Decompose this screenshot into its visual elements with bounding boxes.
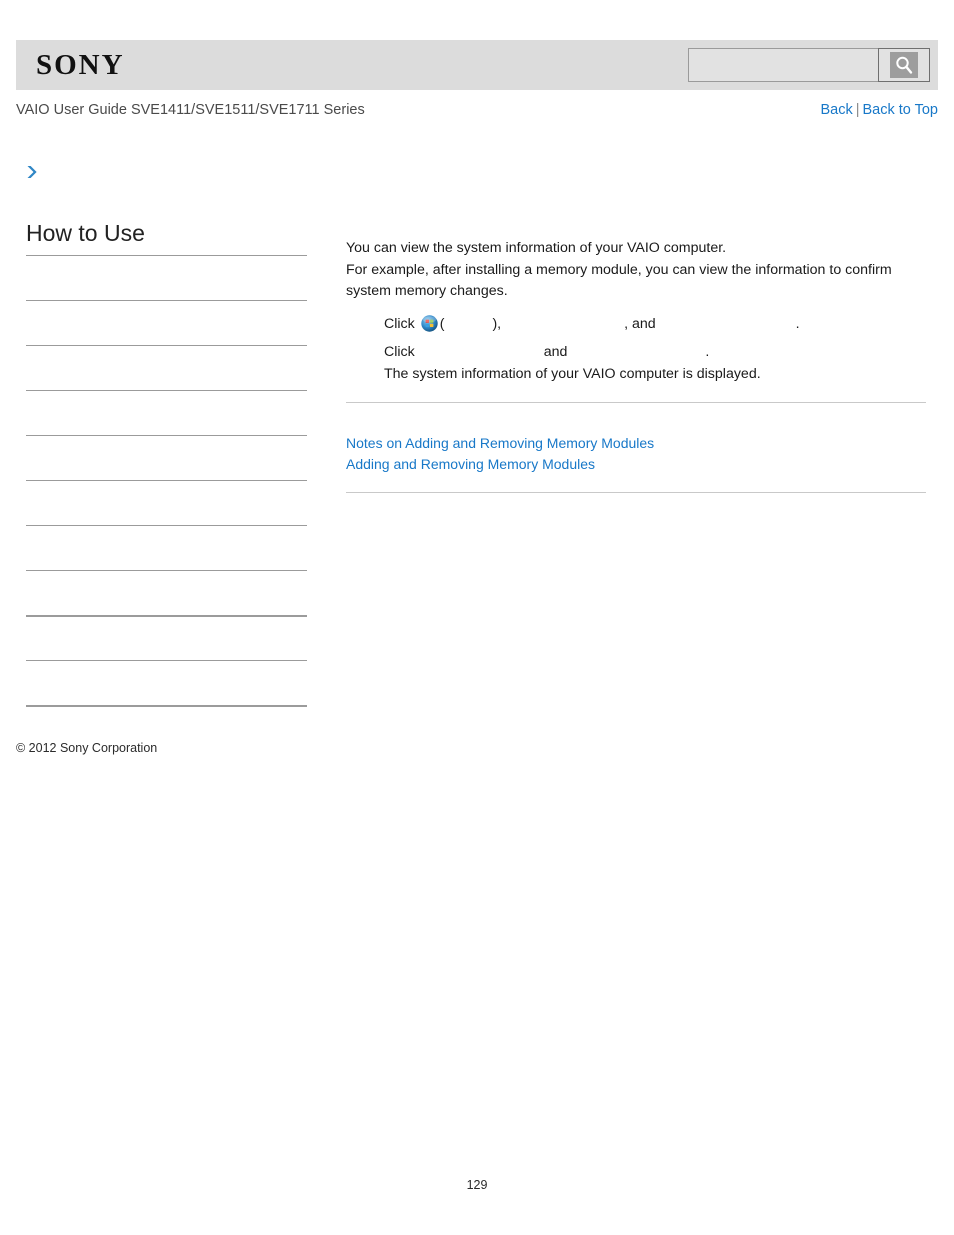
related-links-list: Notes on Adding and Removing Memory Modu… bbox=[346, 433, 926, 475]
related-link-1[interactable]: Notes on Adding and Removing Memory Modu… bbox=[346, 433, 926, 454]
header-nav-links: Back | Back to Top bbox=[820, 102, 938, 118]
header-band: SONY bbox=[16, 40, 938, 90]
step-2-period: . bbox=[705, 344, 710, 360]
back-to-top-link[interactable]: Back to Top bbox=[862, 102, 938, 118]
windows-start-orb-icon bbox=[421, 314, 438, 332]
step-3: The system information of your VAIO comp… bbox=[384, 365, 761, 382]
search-input[interactable] bbox=[688, 48, 878, 82]
sidebar-item-3[interactable] bbox=[26, 345, 307, 390]
main-content: You can view the system information of y… bbox=[346, 238, 926, 385]
step-1-close-paren: ), bbox=[492, 315, 502, 332]
sidebar-nav-list bbox=[26, 255, 307, 750]
step-2-conjunction: and bbox=[543, 344, 568, 360]
sidebar-heading: How to Use bbox=[26, 220, 145, 246]
sidebar-item-7[interactable] bbox=[26, 525, 307, 570]
content-divider-bottom bbox=[346, 492, 926, 493]
sidebar-item-5[interactable] bbox=[26, 435, 307, 480]
sidebar-item-4[interactable] bbox=[26, 390, 307, 435]
sony-logo: SONY bbox=[36, 49, 125, 81]
step-1-conjunction: , and bbox=[624, 315, 656, 332]
intro-paragraph-2: For example, after installing a memory m… bbox=[346, 261, 892, 300]
step-1-period: . bbox=[795, 315, 800, 332]
content-divider-top bbox=[346, 402, 926, 403]
chevron-right-icon bbox=[24, 163, 42, 181]
sidebar-item-9[interactable] bbox=[26, 615, 307, 660]
step-1-open-paren: ( bbox=[439, 315, 445, 332]
intro-paragraph-1: You can view the system information of y… bbox=[346, 240, 727, 256]
related-link-2[interactable]: Adding and Removing Memory Modules bbox=[346, 454, 926, 475]
step-2-prefix: Click bbox=[384, 344, 415, 360]
sidebar-item-1[interactable] bbox=[26, 255, 307, 300]
step-1-prefix: Click bbox=[384, 315, 415, 332]
page-number: 129 bbox=[466, 1178, 488, 1192]
step-1: Click (),, and . bbox=[346, 314, 926, 336]
sidebar-item-6[interactable] bbox=[26, 480, 307, 525]
search-area bbox=[688, 48, 930, 82]
sidebar-item-10[interactable] bbox=[26, 660, 307, 705]
step-2: Click and. bbox=[346, 342, 926, 364]
sidebar: How to Use bbox=[26, 220, 307, 750]
steps-list: Click (),, and . Click and . The system … bbox=[346, 314, 926, 386]
copyright-text: © 2012 Sony Corporation bbox=[16, 741, 158, 755]
search-icon bbox=[890, 52, 918, 78]
sidebar-item-2[interactable] bbox=[26, 300, 307, 345]
page-title: VAIO User Guide SVE1411/SVE1511/SVE1711 … bbox=[16, 102, 365, 118]
sidebar-item-8[interactable] bbox=[26, 570, 307, 615]
search-button[interactable] bbox=[878, 48, 930, 82]
back-link[interactable]: Back bbox=[820, 102, 852, 118]
